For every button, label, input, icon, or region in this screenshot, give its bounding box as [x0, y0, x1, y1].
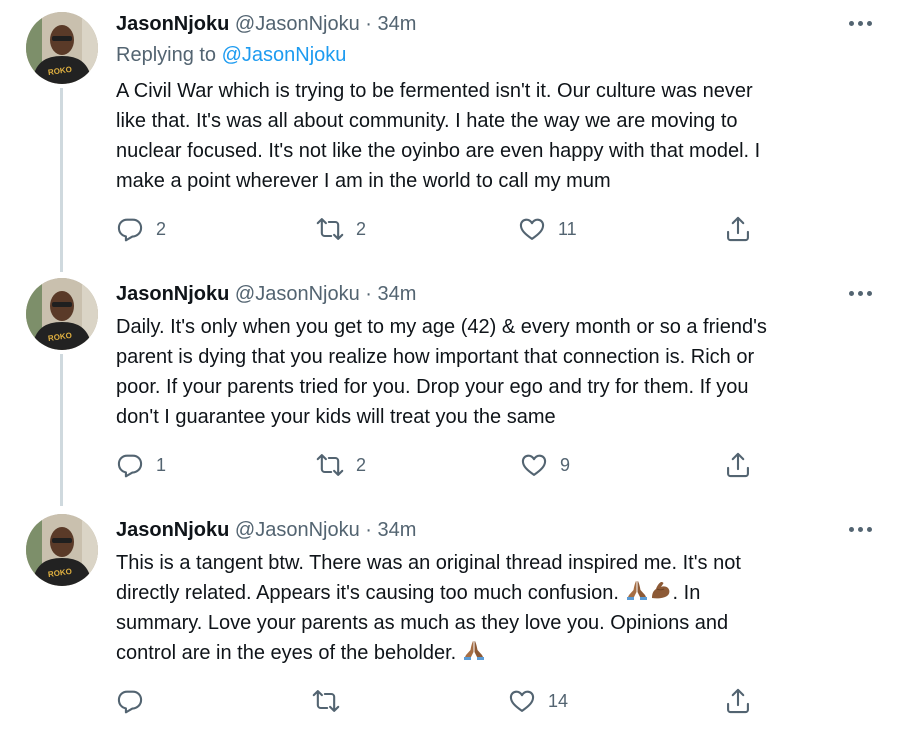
like-button[interactable]: 9	[520, 450, 570, 480]
like-icon	[520, 451, 548, 479]
reply-icon	[116, 451, 144, 479]
more-icon[interactable]	[849, 290, 873, 298]
avatar[interactable]	[26, 278, 98, 350]
like-button[interactable]: 11	[518, 214, 577, 244]
share-button[interactable]	[724, 214, 752, 244]
retweet-icon	[312, 687, 340, 715]
reply-count: 1	[156, 454, 167, 475]
author-handle[interactable]: @JasonNjoku	[235, 13, 360, 35]
replying-to: Replying to @JasonNjoku	[116, 44, 346, 67]
more-icon[interactable]	[849, 526, 873, 534]
tweet-header: JasonNjoku @JasonNjoku · 34m	[116, 282, 416, 306]
reply-icon	[116, 215, 144, 243]
share-icon	[724, 215, 752, 243]
timestamp[interactable]: 34m	[378, 13, 417, 35]
tweet-text-line: This is a tangent btw. There was an orig…	[116, 552, 741, 574]
tweet-text-line: directly related. Appears it's causing t…	[116, 578, 876, 608]
retweet-icon	[316, 215, 344, 243]
separator: ·	[365, 519, 372, 541]
retweet-count: 2	[356, 218, 367, 239]
tweet-text-line: control are in the eyes of the beholder.	[116, 638, 876, 668]
retweet-icon	[316, 451, 344, 479]
like-count: 14	[548, 690, 569, 711]
timestamp[interactable]: 34m	[378, 519, 417, 541]
tweet-text-segment: control are in the eyes of the beholder.	[116, 642, 462, 664]
share-icon	[724, 451, 752, 479]
author-name[interactable]: JasonNjoku	[116, 13, 229, 35]
reply-button[interactable]: 2	[116, 214, 166, 244]
share-icon	[724, 687, 752, 715]
replying-label: Replying to	[116, 44, 222, 66]
retweet-button[interactable]: 2	[316, 450, 366, 480]
tweet-text: This is a tangent btw. There was an orig…	[116, 548, 876, 668]
like-icon	[518, 215, 546, 243]
separator: ·	[365, 13, 372, 35]
separator: ·	[365, 283, 372, 305]
folded-hands-emoji	[625, 578, 649, 602]
tweet-header: JasonNjoku @JasonNjoku · 34m	[116, 518, 416, 542]
tweet-text-segment: . In	[672, 582, 701, 604]
retweet-button[interactable]	[312, 686, 352, 716]
share-button[interactable]	[724, 450, 752, 480]
reply-button[interactable]: 1	[116, 450, 166, 480]
tweet-header: JasonNjoku @JasonNjoku · 34m	[116, 12, 416, 36]
thread-line	[60, 354, 63, 506]
like-count: 11	[558, 218, 577, 239]
tweet-text: Daily. It's only when you get to my age …	[116, 316, 767, 428]
action-bar: 2 2 11	[0, 214, 910, 244]
reply-count: 2	[156, 218, 167, 239]
thread-line	[60, 88, 63, 272]
tweet-text: A Civil War which is trying to be fermen…	[116, 80, 761, 192]
folded-hands-emoji	[462, 638, 486, 662]
author-name[interactable]: JasonNjoku	[116, 519, 229, 541]
like-count: 9	[560, 454, 571, 475]
reply-button[interactable]	[116, 686, 156, 716]
replying-to-link[interactable]: @JasonNjoku	[222, 44, 347, 66]
tweet-3[interactable]: JasonNjoku @JasonNjoku · 34m This is a t…	[0, 506, 910, 736]
retweet-count: 2	[356, 454, 367, 475]
flexed-biceps-emoji	[649, 578, 673, 602]
more-icon[interactable]	[849, 20, 873, 28]
tweet-2[interactable]: JasonNjoku @JasonNjoku · 34m Daily. It's…	[0, 270, 910, 506]
timestamp[interactable]: 34m	[378, 283, 417, 305]
action-bar: 1 2 9	[0, 450, 910, 480]
author-handle[interactable]: @JasonNjoku	[235, 519, 360, 541]
author-handle[interactable]: @JasonNjoku	[235, 283, 360, 305]
avatar[interactable]	[26, 514, 98, 586]
like-button[interactable]: 14	[508, 686, 568, 716]
share-button[interactable]	[724, 686, 752, 716]
like-icon	[508, 687, 536, 715]
reply-icon	[116, 687, 144, 715]
tweet-text-segment: directly related. Appears it's causing t…	[116, 582, 625, 604]
tweet-text-line: summary. Love your parents as much as th…	[116, 612, 729, 634]
action-bar: 14	[0, 686, 910, 716]
author-name[interactable]: JasonNjoku	[116, 283, 229, 305]
tweet-1[interactable]: JasonNjoku @JasonNjoku · 34m Replying to…	[0, 0, 910, 272]
retweet-button[interactable]: 2	[316, 214, 366, 244]
avatar[interactable]	[26, 12, 98, 84]
